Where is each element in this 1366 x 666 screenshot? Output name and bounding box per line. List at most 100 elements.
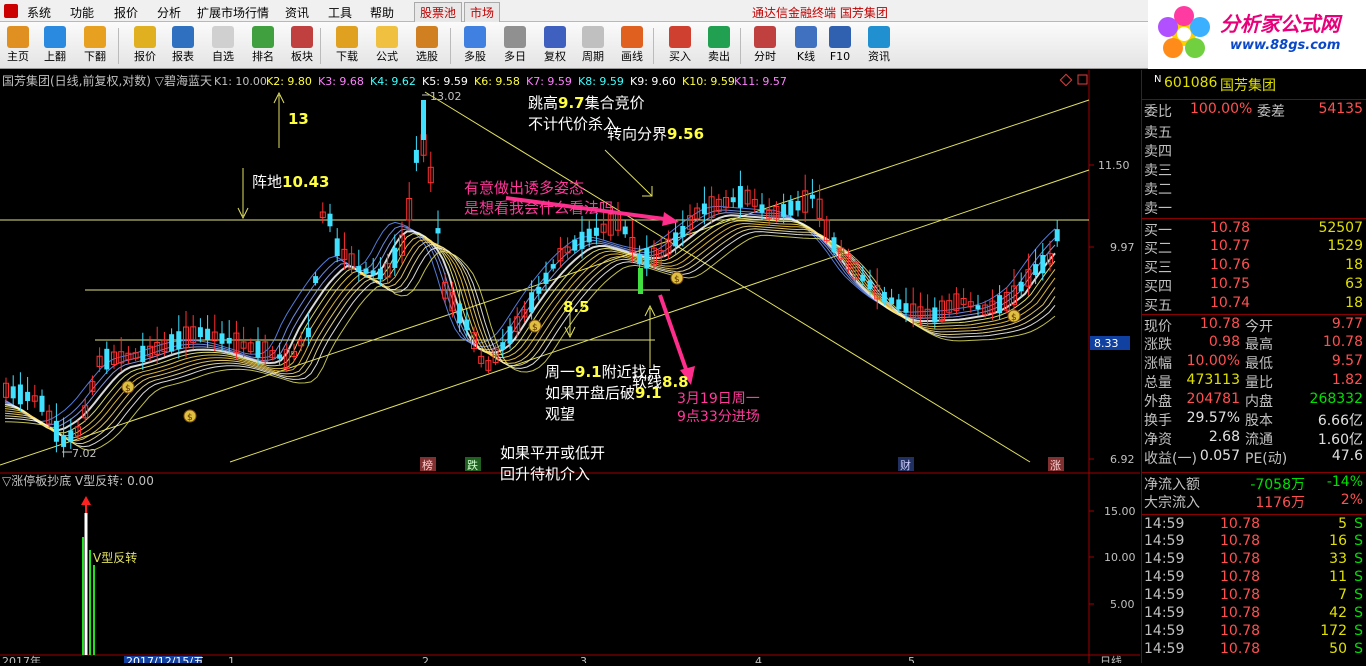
tick-row: 14:59 10.78 7 S <box>1144 587 1363 603</box>
time-tick: 2 <box>422 655 429 663</box>
candle-down <box>788 200 794 216</box>
candle-down <box>586 228 592 243</box>
kline-chart[interactable]: 国芳集团(日线,前复权,对数) ▽碧海蓝天 K1: 10.00 K2: 9.80 K… <box>0 70 1140 666</box>
sub-label: V型反转 <box>93 550 137 565</box>
kline-button[interactable]: K线 <box>788 24 824 67</box>
candle-down <box>356 266 362 272</box>
bid-row: 买三 10.76 18 <box>1144 257 1363 276</box>
adjust-button[interactable]: 复权 <box>537 24 573 67</box>
stock-picker-icon <box>416 26 438 48</box>
candle-down <box>334 238 340 257</box>
page-up-button[interactable]: 上翻 <box>37 24 73 67</box>
candle-down <box>997 295 1003 314</box>
ma-label: K11: 9.57 <box>734 75 787 88</box>
time-tick: 2017年 <box>2 654 41 663</box>
news-label: 资讯 <box>868 50 890 63</box>
money-bag-glyph: $ <box>532 323 538 333</box>
candle-highlight <box>638 268 643 294</box>
timeshare-label: 分时 <box>754 50 776 63</box>
stock-picker-button[interactable]: 选股 <box>409 24 445 67</box>
multi-stock-icon <box>464 26 486 48</box>
news-icon <box>868 26 890 48</box>
candle-down <box>903 303 909 313</box>
ma-label: K2: 9.80 <box>266 75 312 88</box>
news-button[interactable]: 资讯 <box>861 24 897 67</box>
ma-labels: K1: 10.00 K2: 9.80 K3: 9.68 K4: 9.62 K5: 9.5… <box>214 75 787 88</box>
candle-down <box>889 297 895 305</box>
draw-line-button[interactable]: 画线 <box>614 24 650 67</box>
square-icon[interactable] <box>1077 74 1088 85</box>
menu-news[interactable]: 资讯 <box>285 4 309 21</box>
candle-down <box>529 292 535 313</box>
download-button[interactable]: 下载 <box>329 24 365 67</box>
site-logo: 分析家公式网 www.88gs.com <box>1148 0 1366 69</box>
home-button[interactable]: 主页 <box>0 24 36 67</box>
menu-function[interactable]: 功能 <box>70 4 94 21</box>
menu-analysis[interactable]: 分析 <box>157 4 181 21</box>
ranking-button[interactable]: 排名 <box>245 24 281 67</box>
buy-button[interactable]: 买入 <box>662 24 698 67</box>
timeshare-button[interactable]: 分时 <box>747 24 783 67</box>
ma-line <box>4 225 1056 442</box>
buy-icon <box>669 26 691 48</box>
ma-line <box>4 234 1056 451</box>
page-down-icon <box>84 26 106 48</box>
tab-stock-pool[interactable]: 股票池 <box>414 2 463 23</box>
ask-row: 卖二 <box>1144 182 1172 198</box>
annotation-8-5: 8.5 <box>563 298 590 316</box>
watchlist-label: 自选 <box>212 50 234 63</box>
formula-button[interactable]: 公式 <box>369 24 405 67</box>
tick-row: 14:59 10.78 42 S <box>1144 605 1363 621</box>
logo-title: 分析家公式网 <box>1220 12 1340 36</box>
sub-panel-title: ▽涨停板抄底 V型反转: 0.00 <box>2 473 154 488</box>
page-down-label: 下翻 <box>84 50 106 63</box>
annotation-13: 13 <box>288 110 309 128</box>
candle-down <box>305 327 311 338</box>
ask-row: 卖三 <box>1144 163 1172 179</box>
ma-label: K9: 9.60 <box>630 75 676 88</box>
candle-down <box>1033 264 1039 276</box>
candle-down <box>1018 281 1024 292</box>
sector-label: 板块 <box>291 50 313 63</box>
sub-axis-tick: 10.00 <box>1104 551 1136 564</box>
menu-tools[interactable]: 工具 <box>328 4 352 21</box>
report-button[interactable]: 报表 <box>165 24 201 67</box>
flower-logo-icon <box>1158 6 1210 58</box>
tab-market[interactable]: 市场 <box>464 2 501 23</box>
logo-url: www.88gs.com <box>1230 38 1341 53</box>
sector-button[interactable]: 板块 <box>284 24 320 67</box>
page-down-button[interactable]: 下翻 <box>77 24 113 67</box>
multi-day-label: 多日 <box>504 50 526 63</box>
kline-chart-area[interactable]: 国芳集团(日线,前复权,对数) ▽碧海蓝天 K1: 10.00 K2: 9.80 K… <box>0 70 1140 666</box>
watchlist-button[interactable]: 自选 <box>205 24 241 67</box>
candle-down <box>226 337 232 344</box>
period-button[interactable]: 周期 <box>575 24 611 67</box>
menu-quote[interactable]: 报价 <box>114 4 138 21</box>
f10-button[interactable]: F10 <box>822 24 858 67</box>
stock-code: 601086 <box>1164 75 1218 91</box>
diamond-icon[interactable] <box>1059 73 1073 87</box>
ma-line <box>4 231 1056 448</box>
ma-label: K1: 10.00 <box>214 75 267 88</box>
stat-row: 涨跌 0.98 最高 10.78 <box>1144 334 1363 353</box>
candle-down <box>197 327 203 338</box>
candle-down <box>39 395 45 412</box>
quote-button[interactable]: 报价 <box>127 24 163 67</box>
ma-label: K8: 9.59 <box>578 75 624 88</box>
annotation-ruanxian: 软线8.8 <box>632 373 689 391</box>
ma-line <box>4 209 1056 426</box>
quote-panel: N 601086 国芳集团 委比 100.00% 委差 54135 卖五 卖四 卖三 卖二 卖一 买一 1… <box>1141 70 1366 663</box>
stat-row: 总量 473113 量比 1.82 <box>1144 372 1363 391</box>
menu-extended-market[interactable]: 扩展市场行情 <box>197 4 269 21</box>
menu-help[interactable]: 帮助 <box>370 4 394 21</box>
stat-row: 涨幅 10.00% 最低 9.57 <box>1144 353 1363 372</box>
multi-stock-button[interactable]: 多股 <box>457 24 493 67</box>
candle-down <box>1040 254 1046 274</box>
menu-system[interactable]: 系统 <box>27 4 51 21</box>
watchlist-icon <box>212 26 234 48</box>
multi-day-button[interactable]: 多日 <box>497 24 533 67</box>
candle-down <box>363 268 369 274</box>
ma-line <box>4 222 1056 439</box>
sell-button[interactable]: 卖出 <box>701 24 737 67</box>
candle-down <box>176 331 182 350</box>
